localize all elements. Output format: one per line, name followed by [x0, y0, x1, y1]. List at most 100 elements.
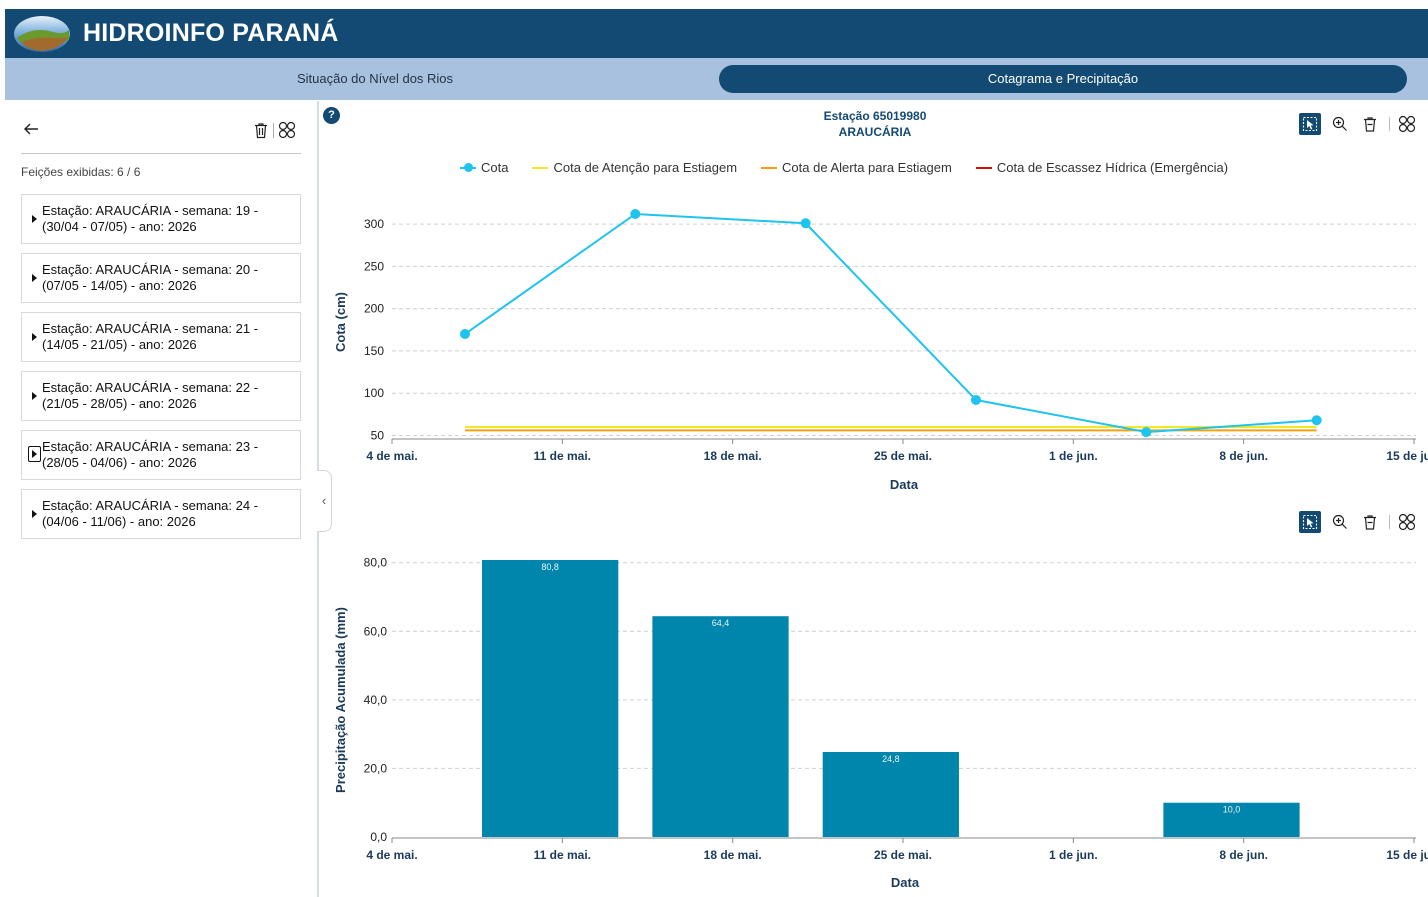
y-tick-label: 80,0: [364, 556, 388, 570]
sidebar-toolbar: [253, 121, 296, 139]
y-axis-title: Cota (cm): [333, 292, 348, 352]
x-tick-label: 15 de jun.: [1386, 449, 1428, 463]
y-tick-label: 100: [364, 386, 384, 400]
feature-item-week-21[interactable]: Estação: ARAUCÁRIA - semana: 21 - (14/05…: [21, 312, 301, 362]
sidebar-divider: [21, 153, 301, 154]
feature-item-line1: Estação: ARAUCÁRIA - semana: 19 -: [42, 203, 259, 218]
feature-item-line2: (07/05 - 14/05) - ano: 2026: [42, 278, 197, 293]
x-tick-label: 8 de jun.: [1219, 848, 1268, 862]
y-tick-label: 60,0: [364, 624, 388, 638]
grid-icon: [1398, 115, 1416, 133]
collapse-sidebar-button[interactable]: ‹: [317, 470, 332, 532]
station-code: Estação 65019980: [823, 109, 927, 123]
x-tick-label: 15 de jun.: [1386, 848, 1428, 862]
back-arrow-icon[interactable]: [21, 119, 41, 139]
cota-point: [971, 394, 981, 405]
toolbar-separator: [273, 122, 274, 138]
y-tick-label: 150: [364, 344, 384, 358]
bar-data-label: 24,8: [882, 754, 900, 764]
feature-item-line2: (21/05 - 28/05) - ano: 2026: [42, 396, 197, 411]
legend-item-alerta[interactable]: Cota de Alerta para Estiagem: [761, 160, 952, 175]
x-tick-label: 18 de mai.: [704, 848, 762, 862]
cota-point: [1311, 415, 1322, 426]
feature-item-line1: Estação: ARAUCÁRIA - semana: 24 -: [42, 498, 259, 513]
clear-icon: [1364, 515, 1376, 530]
legend-item-escassez[interactable]: Cota de Escassez Hídrica (Emergência): [975, 160, 1228, 175]
x-tick-label: 4 de mai.: [366, 449, 417, 463]
chart1-toolbar: [1299, 113, 1426, 135]
feature-item-line1: Estação: ARAUCÁRIA - semana: 20 -: [42, 262, 259, 277]
y-tick-label: 0,0: [370, 830, 387, 844]
y-tick-label: 20,0: [364, 761, 388, 775]
expand-triangle-icon: [32, 274, 37, 282]
feature-item-line1: Estação: ARAUCÁRIA - semana: 23 -: [42, 439, 259, 454]
legend-swatch: [975, 166, 992, 169]
cota-point: [1141, 427, 1152, 438]
legend-swatch: [761, 166, 778, 169]
legend-item-cota[interactable]: Cota: [460, 160, 508, 175]
x-tick-label: 25 de mai.: [874, 449, 932, 463]
legend-label: Cota de Alerta para Estiagem: [782, 160, 952, 175]
expand-triangle-focused-icon: [28, 446, 41, 462]
grid-icon[interactable]: [278, 121, 296, 139]
feature-item-week-20[interactable]: Estação: ARAUCÁRIA - semana: 20 - (07/05…: [21, 253, 301, 303]
grid-icon: [1398, 513, 1416, 531]
chart2-toolbar: [1299, 511, 1426, 533]
zoom-in-button[interactable]: [1329, 511, 1351, 533]
feature-item-line1: Estação: ARAUCÁRIA - semana: 22 -: [42, 380, 259, 395]
collapse-chevron-icon: ‹: [321, 493, 327, 508]
y-tick-label: 300: [364, 217, 384, 231]
expand-triangle-icon: [32, 392, 37, 400]
tab-cotagrama-precipitacao[interactable]: Cotagrama e Precipitação: [719, 65, 1407, 93]
legend-swatch: [532, 166, 549, 169]
select-cursor-button[interactable]: [1299, 113, 1321, 135]
precipitation-bar: [822, 751, 959, 837]
expand-triangle-icon: [32, 333, 37, 341]
station-name: ARAUCÁRIA: [838, 125, 912, 139]
feature-item-week-24[interactable]: Estação: ARAUCÁRIA - semana: 24 - (04/06…: [21, 489, 301, 539]
feature-item-week-23[interactable]: Estação: ARAUCÁRIA - semana: 23 - (28/05…: [21, 430, 301, 480]
chart1-legend: Cota Cota de Atenção para Estiagem Cota …: [460, 160, 1252, 175]
cota-series-line: [464, 212, 1317, 434]
toolbar-separator: [1389, 515, 1390, 529]
cota-point: [460, 329, 470, 340]
select-cursor-icon: [1302, 116, 1318, 132]
legend-marker: [464, 162, 473, 172]
features-count-label: Feições exibidas: 6 / 6: [21, 165, 141, 179]
feature-item-week-19[interactable]: Estação: ARAUCÁRIA - semana: 19 - (30/04…: [21, 194, 301, 244]
app-header: HIDROINFO PARANÁ: [5, 9, 1428, 58]
help-button[interactable]: ?: [323, 107, 340, 124]
clear-button[interactable]: [1359, 113, 1381, 135]
legend-label: Cota: [481, 160, 509, 175]
layout-button[interactable]: [1396, 511, 1418, 533]
y-tick-label: 50: [371, 428, 385, 442]
x-tick-label: 1 de jun.: [1049, 848, 1098, 862]
expand-triangle-icon: [32, 510, 37, 518]
feature-item-week-22[interactable]: Estação: ARAUCÁRIA - semana: 22 - (21/05…: [21, 371, 301, 421]
feature-item-line2: (28/05 - 04/06) - ano: 2026: [42, 455, 197, 470]
bar-data-label: 10,0: [1223, 805, 1241, 815]
x-tick-label: 8 de jun.: [1219, 449, 1268, 463]
select-cursor-icon: [1302, 514, 1318, 530]
expand-triangle-icon: [32, 215, 37, 223]
feature-item-line2: (14/05 - 21/05) - ano: 2026: [42, 337, 197, 352]
app-logo: [14, 15, 70, 52]
zoom-in-button[interactable]: [1329, 113, 1351, 135]
legend-label: Cota de Atenção para Estiagem: [553, 160, 738, 175]
x-tick-label: 11 de mai.: [534, 449, 591, 463]
feature-list: Estação: ARAUCÁRIA - semana: 19 - (30/04…: [21, 194, 301, 548]
feature-item-line2: (04/06 - 11/06) - ano: 2026: [42, 514, 196, 529]
clear-button[interactable]: [1359, 511, 1381, 533]
legend-item-atencao[interactable]: Cota de Atenção para Estiagem: [532, 160, 737, 175]
station-title: Estação 65019980 ARAUCÁRIA: [760, 108, 990, 140]
trash-icon[interactable]: [253, 122, 269, 139]
tab-situacao-nivel-rios[interactable]: Situação do Nível dos Rios: [215, 68, 535, 90]
feature-item-line1: Estação: ARAUCÁRIA - semana: 21 -: [42, 321, 259, 336]
legend-swatch: [460, 162, 476, 172]
tab-bar: Situação do Nível dos Rios Cotagrama e P…: [5, 58, 1428, 100]
select-cursor-button[interactable]: [1299, 511, 1321, 533]
bar-data-label: 64,4: [712, 618, 730, 628]
x-tick-label: 25 de mai.: [874, 848, 932, 862]
x-axis-title: Data: [891, 875, 920, 890]
layout-button[interactable]: [1396, 113, 1418, 135]
